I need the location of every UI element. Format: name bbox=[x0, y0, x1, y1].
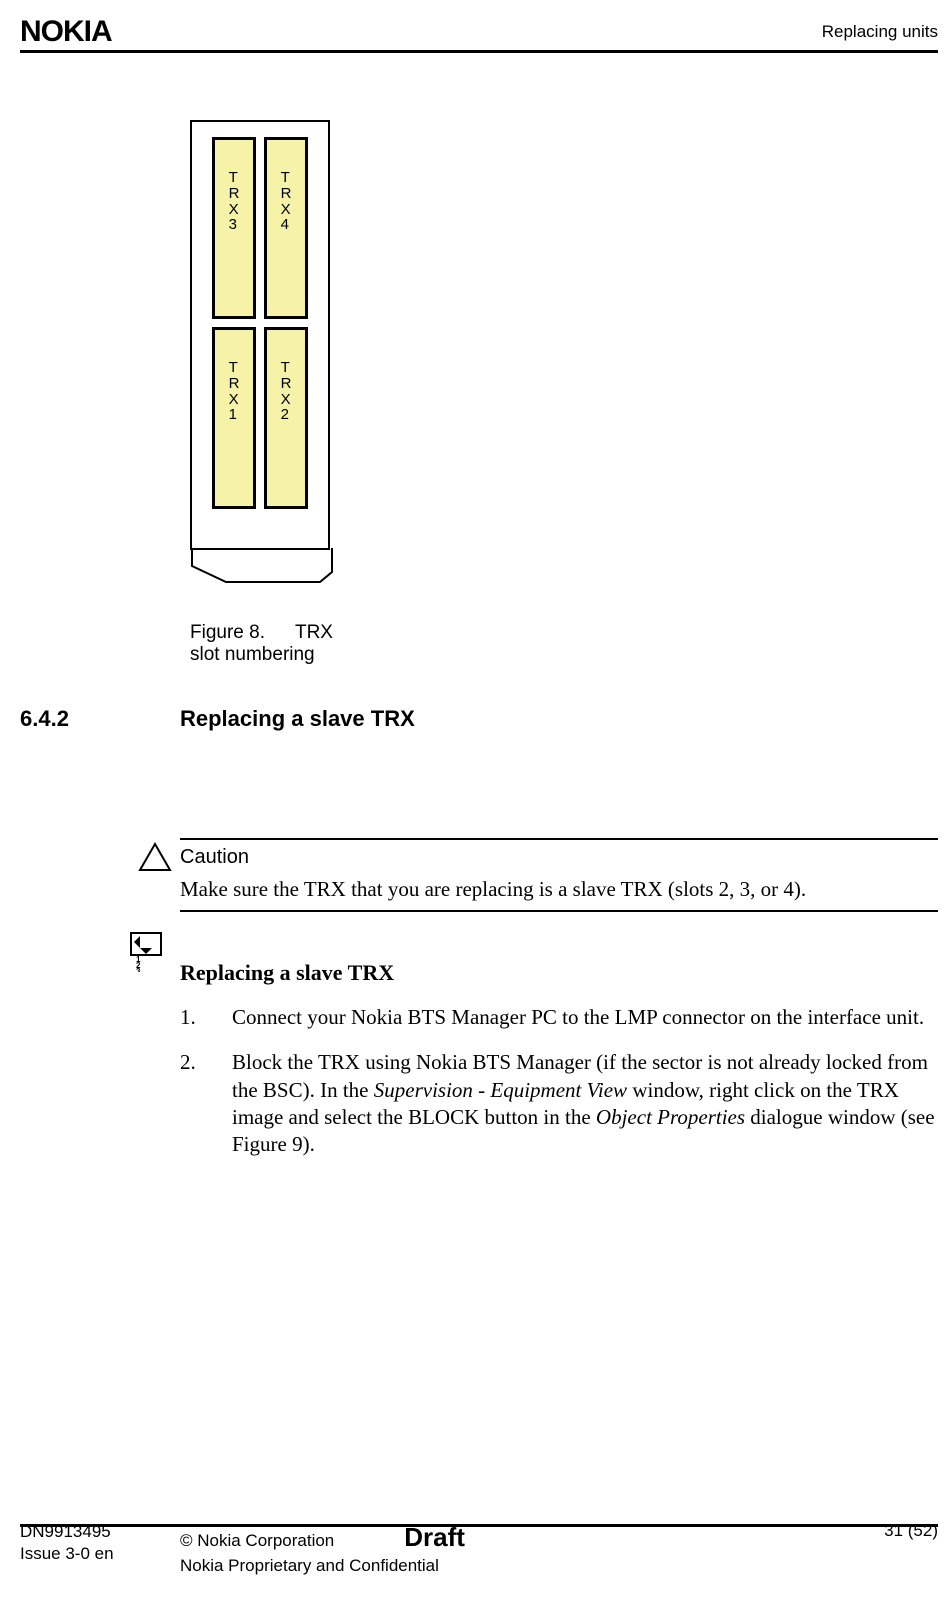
slot-trx4: TRX4 bbox=[264, 137, 308, 319]
header-rule bbox=[20, 50, 938, 53]
figure-label: Figure 8. bbox=[190, 622, 265, 643]
slot-trx2: TRX2 bbox=[264, 327, 308, 509]
chassis-outline: TRX3 TRX4 TRX1 TRX2 bbox=[190, 120, 330, 550]
footer-status: Draft bbox=[404, 1521, 465, 1555]
slot-trx3: TRX3 bbox=[212, 137, 256, 319]
step-number: 2. bbox=[180, 1049, 232, 1158]
steps-title: Replacing a slave TRX bbox=[180, 960, 938, 986]
step-text: Connect your Nokia BTS Manager PC to the… bbox=[232, 1004, 938, 1031]
caution-block: Caution Make sure the TRX that you are r… bbox=[180, 838, 938, 912]
footer-copyright: © Nokia Corporation bbox=[180, 1530, 334, 1552]
brand-logo: NOKIA bbox=[20, 15, 112, 49]
figure-trx-slots: TRX3 TRX4 TRX1 TRX2 Figure 8.TRX slot nu… bbox=[190, 120, 360, 666]
caution-rule-bot bbox=[180, 910, 938, 912]
footer-page: 31 (52) bbox=[858, 1521, 938, 1541]
footer-doc-id: DN9913495 bbox=[20, 1521, 180, 1543]
section-number: 6.4.2 bbox=[20, 706, 180, 732]
header-section-title: Replacing units bbox=[822, 22, 938, 42]
footer: DN9913495 Issue 3-0 en © Nokia Corporati… bbox=[20, 1521, 938, 1577]
footer-confidential: Nokia Proprietary and Confidential bbox=[180, 1555, 439, 1577]
slot-trx1: TRX1 bbox=[212, 327, 256, 509]
chassis-foot bbox=[190, 548, 330, 584]
step-1: 1. Connect your Nokia BTS Manager PC to … bbox=[180, 1004, 938, 1031]
step-2: 2. Block the TRX using Nokia BTS Manager… bbox=[180, 1049, 938, 1158]
page: NOKIA Replacing units 6.4.2 Replacing a … bbox=[0, 0, 944, 1597]
content-column: TRX3 TRX4 TRX1 TRX2 Figure 8.TRX slot nu… bbox=[180, 120, 938, 1176]
caution-text: Make sure the TRX that you are replacing… bbox=[180, 873, 938, 910]
footer-issue: Issue 3-0 en bbox=[20, 1543, 180, 1565]
caution-icon bbox=[138, 842, 172, 877]
step-number: 1. bbox=[180, 1004, 232, 1031]
figure-caption: Figure 8.TRX slot numbering bbox=[190, 622, 360, 666]
caution-title: Caution bbox=[180, 840, 938, 873]
steps-block: 1 2 3 Replacing a slave TRX 1. Connect y… bbox=[180, 960, 938, 1158]
step-text: Block the TRX using Nokia BTS Manager (i… bbox=[232, 1049, 938, 1158]
steps-icon: 1 2 3 bbox=[130, 932, 162, 977]
svg-text:3: 3 bbox=[136, 967, 141, 972]
